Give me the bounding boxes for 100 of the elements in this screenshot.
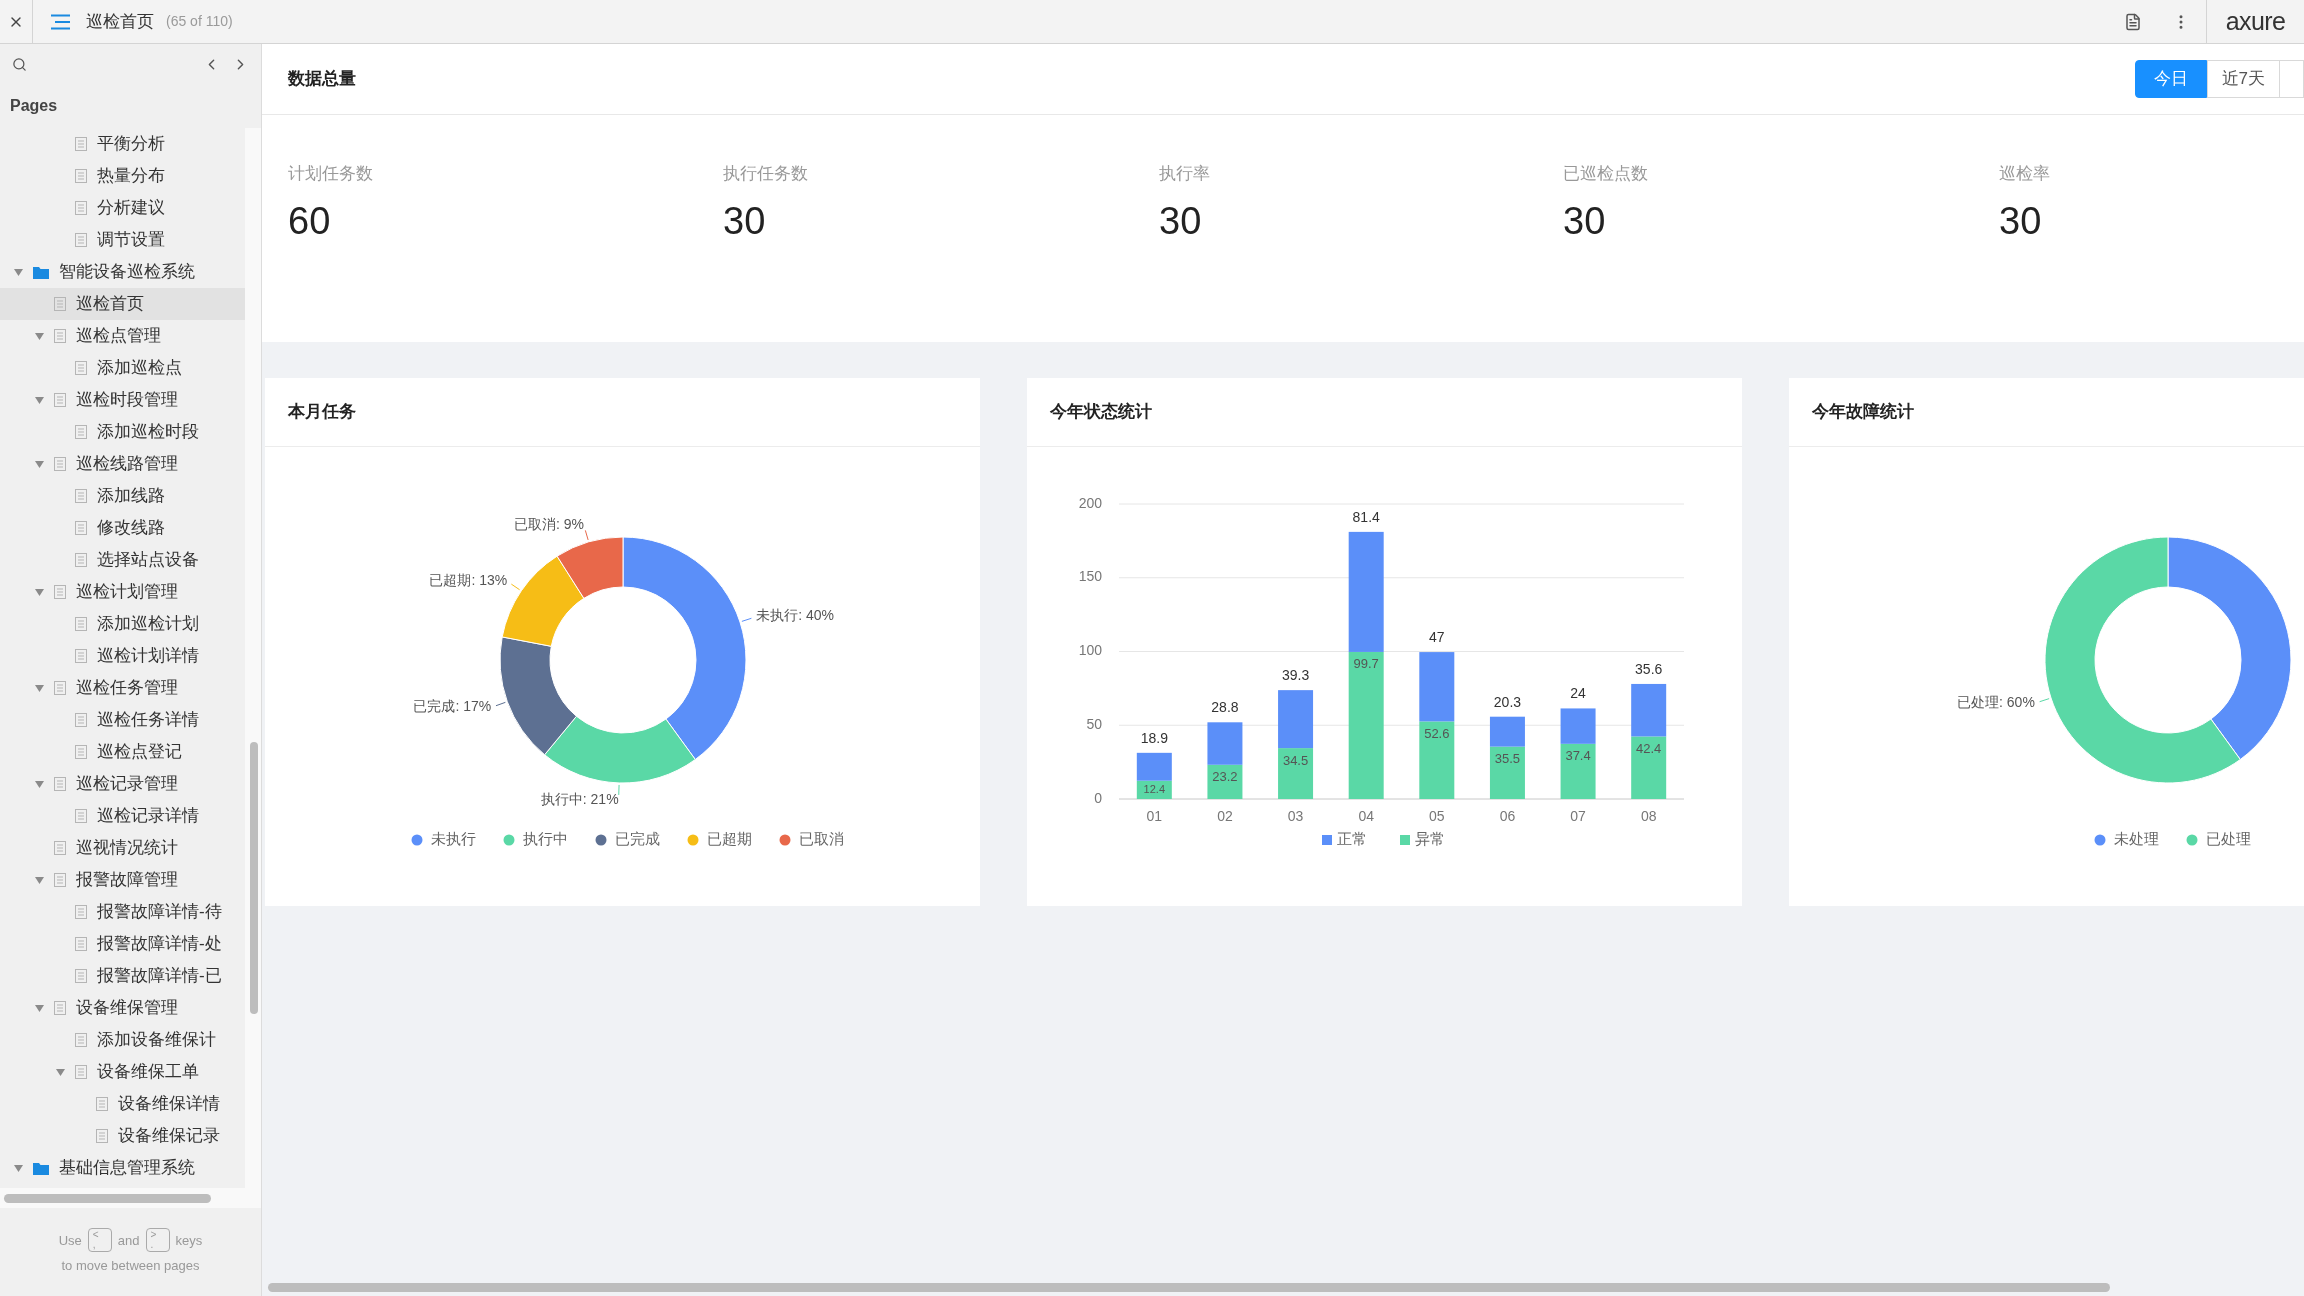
tree-item[interactable]: 报警故障详情-已: [0, 960, 245, 992]
caret-icon[interactable]: [35, 460, 44, 468]
axis-tick-label: 50: [1086, 715, 1102, 732]
tree-item[interactable]: 巡检时段管理: [0, 384, 245, 416]
tree-item[interactable]: 报警故障管理: [0, 864, 245, 896]
tree-item[interactable]: 调节设置: [0, 224, 245, 256]
caret-icon[interactable]: [35, 876, 44, 884]
tree-item[interactable]: 巡检点登记: [0, 736, 245, 768]
legend-label[interactable]: 未执行: [431, 829, 476, 847]
tree-item[interactable]: 选择站点设备: [0, 544, 245, 576]
caret-icon[interactable]: [14, 1164, 23, 1172]
caret-icon[interactable]: [35, 1004, 44, 1012]
legend-label[interactable]: 已处理: [2206, 829, 2251, 847]
stat-value: 60: [288, 198, 332, 244]
stat-value: 30: [1999, 198, 2043, 244]
legend-label[interactable]: 正常: [1337, 829, 1367, 847]
page-icon: [75, 521, 87, 535]
tree-item[interactable]: 添加设备维保计: [0, 1024, 245, 1056]
page-icon: [75, 617, 87, 631]
scrollbar-thumb[interactable]: [268, 1283, 2110, 1292]
tree-item[interactable]: 报警故障详情-处: [0, 928, 245, 960]
slice-label: 已完成: 17%: [413, 698, 492, 715]
leader-line: [495, 701, 506, 707]
page-icon: [75, 937, 87, 951]
tree-item[interactable]: 设备维保详情: [0, 1088, 245, 1120]
page-icon: [54, 329, 66, 343]
legend-label[interactable]: 执行中: [523, 829, 568, 847]
range-tab[interactable]: 近7天: [2206, 60, 2280, 98]
tree-item[interactable]: 巡检任务管理: [0, 672, 245, 704]
key-cap: > .: [145, 1228, 170, 1253]
data-label: 47: [1429, 629, 1445, 646]
legend-label[interactable]: 已取消: [799, 829, 844, 847]
stat-value: 30: [1563, 198, 1607, 244]
tree-item[interactable]: 设备维保工单: [0, 1056, 245, 1088]
legend-label[interactable]: 未处理: [2114, 829, 2159, 847]
leader-line: [584, 529, 589, 541]
scrollbar-thumb[interactable]: [250, 742, 258, 1014]
data-label: 81.4: [1352, 508, 1380, 525]
legend-label[interactable]: 已完成: [615, 829, 660, 847]
caret-icon[interactable]: [35, 684, 44, 692]
legend-label[interactable]: 异常: [1415, 829, 1445, 847]
folder-icon: [33, 265, 49, 279]
page-icon: [75, 969, 87, 983]
tree-item[interactable]: 巡视情况统计: [0, 832, 245, 864]
tree-item[interactable]: 修改线路: [0, 512, 245, 544]
page-icon: [75, 809, 87, 823]
page-icon: [75, 1033, 87, 1047]
axis-tick-label: 200: [1078, 494, 1102, 511]
leader-line: [741, 617, 752, 622]
caret-icon[interactable]: [35, 332, 44, 340]
axis-tick-label: 01: [1146, 807, 1163, 824]
tree-item[interactable]: 热量分布: [0, 160, 245, 192]
page-icon: [54, 777, 66, 791]
notes-icon[interactable]: [2124, 12, 2142, 31]
legend-label[interactable]: 已超期: [707, 829, 752, 847]
tree-item[interactable]: 巡检任务详情: [0, 704, 245, 736]
page-icon: [75, 745, 87, 759]
tree-item[interactable]: 添加巡检计划: [0, 608, 245, 640]
axis-tick-label: 07: [1570, 807, 1586, 824]
stat-value: 30: [1159, 198, 1203, 244]
caret-icon[interactable]: [35, 588, 44, 596]
tree-item[interactable]: 巡检记录管理: [0, 768, 245, 800]
axis-tick-label: 02: [1217, 807, 1233, 824]
section-title: 数据总量: [288, 68, 356, 91]
tree-item[interactable]: 平衡分析: [0, 128, 245, 160]
caret-icon[interactable]: [56, 1068, 65, 1076]
tree-item[interactable]: 分析建议: [0, 192, 245, 224]
hint-text: and: [117, 1231, 140, 1250]
tree-item[interactable]: 巡检点管理: [0, 320, 245, 352]
caret-icon[interactable]: [14, 268, 23, 276]
tree-item[interactable]: 巡检首页: [0, 288, 245, 320]
key-cap: < ,: [87, 1228, 112, 1253]
data-label: 20.3: [1493, 693, 1522, 710]
tree-item[interactable]: 巡检计划管理: [0, 576, 245, 608]
page-icon: [75, 361, 87, 375]
card-title: 本月任务: [288, 401, 356, 424]
tree-item[interactable]: 添加巡检点: [0, 352, 245, 384]
hint-text: Use: [58, 1231, 82, 1250]
tree-item[interactable]: 基础信息管理系统: [0, 1152, 245, 1184]
card-title: 今年状态统计: [1050, 401, 1152, 424]
data-label: 99.7: [1353, 656, 1379, 672]
tree-item[interactable]: 设备维保管理: [0, 992, 245, 1024]
menu-icon[interactable]: [51, 13, 70, 30]
tree-item[interactable]: 巡检计划详情: [0, 640, 245, 672]
page-icon: [54, 1001, 66, 1015]
tree-item[interactable]: 添加巡检时段: [0, 416, 245, 448]
page-icon: [54, 457, 66, 471]
caret-icon[interactable]: [35, 396, 44, 404]
tree-item[interactable]: 巡检记录详情: [0, 800, 245, 832]
page-icon: [75, 905, 87, 919]
tree-item[interactable]: 智能设备巡检系统: [0, 256, 245, 288]
page-icon: [75, 233, 87, 247]
scrollbar-thumb[interactable]: [4, 1193, 211, 1203]
tree-item[interactable]: 设备维保记录: [0, 1120, 245, 1152]
tree-item[interactable]: 添加线路: [0, 480, 245, 512]
tree-item[interactable]: 报警故障详情-待: [0, 896, 245, 928]
caret-icon[interactable]: [35, 780, 44, 788]
search-icon[interactable]: [12, 56, 27, 72]
axis-tick-label: 05: [1429, 807, 1445, 824]
tree-item[interactable]: 巡检线路管理: [0, 448, 245, 480]
